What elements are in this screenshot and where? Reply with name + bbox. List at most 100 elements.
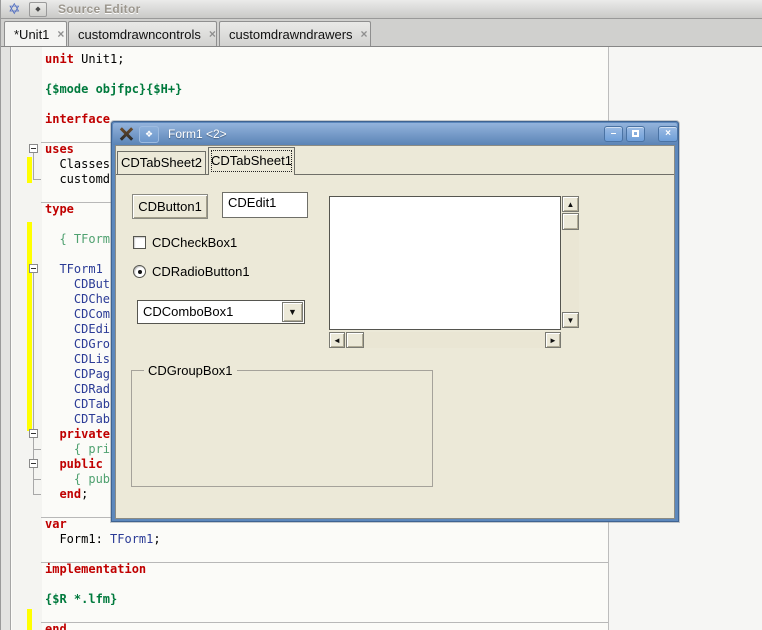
cd-checkbox-label: CDCheckBox1 [152,235,237,250]
code-token [45,382,74,396]
code-token [45,397,74,411]
minus-icon [31,463,36,464]
vertical-scrollbar-thumb[interactable] [562,213,579,230]
form-designer-window[interactable]: ❖ Form1 <2> – × CDTabSheet2 CDTabSheet1 … [111,121,679,522]
cd-edit-field[interactable]: CDEdit1 [222,192,308,218]
editor-tabstrip: *Unit1 × customdrawncontrols × customdra… [1,19,762,47]
code-token: CDTab [74,412,110,426]
code-token: CDCom [74,307,110,321]
close-icon[interactable]: × [57,27,64,41]
fold-connector [33,468,34,479]
code-token: ; [153,532,160,546]
horizontal-scrollbar-thumb[interactable] [346,332,364,348]
tab-unit1[interactable]: *Unit1 × [4,21,67,46]
cd-button[interactable]: CDButton1 [132,194,208,219]
code-token: end [59,487,81,501]
cd-combobox-value: CDComboBox1 [143,304,233,319]
code-token [45,292,74,306]
code-line: CDChe [45,292,110,307]
cd-groupbox-label: CDGroupBox1 [144,363,237,378]
cd-listbox[interactable] [329,196,561,330]
code-line: { TForm [45,232,110,247]
code-token [45,322,74,336]
code-token [45,442,74,456]
code-line: Classes [45,157,110,172]
code-token: CDGro [74,337,110,351]
code-token: var [45,517,67,531]
fold-toggle[interactable] [29,144,38,153]
form-window-menu-button[interactable]: ❖ [139,126,159,143]
code-line: type [45,202,74,217]
code-token: customd [45,172,110,186]
code-token: CDTab [74,397,110,411]
tab-customdrawndrawers[interactable]: customdrawndrawers × [219,21,371,46]
code-line: customd [45,172,110,187]
tab-label: *Unit1 [14,27,49,42]
tab-cdtabsheet2[interactable]: CDTabSheet2 [117,151,206,174]
code-line: Form1: TForm1; [45,532,161,547]
close-icon[interactable]: × [361,27,368,41]
code-token: CDEdi [74,322,110,336]
fold-connector [33,153,34,179]
code-token: end [45,622,67,630]
code-line: TForm1 [45,262,103,277]
minus-icon [31,268,36,269]
editor-menu-button[interactable]: ◆ [29,2,47,17]
code-token [45,307,74,321]
source-editor-titlebar[interactable]: ✡ ◆ Source Editor [1,0,762,19]
code-token [45,352,74,366]
code-token: TForm1 [59,262,102,276]
code-token: interface [45,112,110,126]
form-title: Form1 <2> [168,127,227,141]
modified-line-marker [27,157,32,183]
fold-toggle[interactable] [29,264,38,273]
code-line: CDTab [45,412,110,427]
close-button[interactable]: × [658,126,678,142]
tab-customdrawncontrols[interactable]: customdrawncontrols × [68,21,217,46]
combobox-dropdown-button[interactable]: ▼ [282,302,303,322]
code-line: end; [45,487,88,502]
code-line: uses [45,142,74,157]
code-line: end [45,622,67,630]
scroll-left-button[interactable]: ◄ [329,332,345,348]
scroll-down-button[interactable]: ▼ [562,312,579,328]
tab-cdtabsheet1[interactable]: CDTabSheet1 [208,147,295,175]
modified-line-marker [27,609,32,630]
code-token: private [59,427,110,441]
minimize-button[interactable]: – [604,126,623,142]
cd-groupbox[interactable]: CDGroupBox1 [131,370,433,487]
close-icon[interactable]: × [209,27,216,41]
window-title: Source Editor [58,2,141,16]
cd-combobox[interactable]: CDComboBox1 ▼ [137,300,305,324]
code-line: interface [45,112,110,127]
scroll-up-button[interactable]: ▲ [562,196,579,212]
scroll-right-button[interactable]: ► [545,332,561,348]
code-token: uses [45,142,74,156]
minus-icon [31,148,36,149]
code-token [45,412,74,426]
cd-radiobutton[interactable] [133,265,146,278]
form-titlebar[interactable]: ❖ Form1 <2> – × [113,123,677,145]
code-token: CDRad [74,382,110,396]
code-line: {$R *.lfm} [45,592,117,607]
code-token: CDBut [74,277,110,291]
fold-connector [33,479,41,480]
tab-separator [116,174,674,175]
code-token: public [59,457,102,471]
cd-checkbox[interactable] [133,236,146,249]
fold-connector [33,449,41,450]
code-token [45,367,74,381]
fold-toggle[interactable] [29,459,38,468]
source-editor-icon: ✡ [8,1,21,18]
code-line: {$mode objfpc}{$H+} [45,82,182,97]
code-token: {$mode objfpc}{$H+} [45,82,182,96]
fold-toggle[interactable] [29,429,38,438]
code-line: private [45,427,110,442]
code-token: Form1: [45,532,110,546]
code-token: Classes [45,157,110,171]
code-line: CDRad [45,382,110,397]
code-token: Unit1; [74,52,125,66]
code-token: CDChe [74,292,110,306]
maximize-button[interactable] [626,126,645,142]
code-token: CDLis [74,352,110,366]
